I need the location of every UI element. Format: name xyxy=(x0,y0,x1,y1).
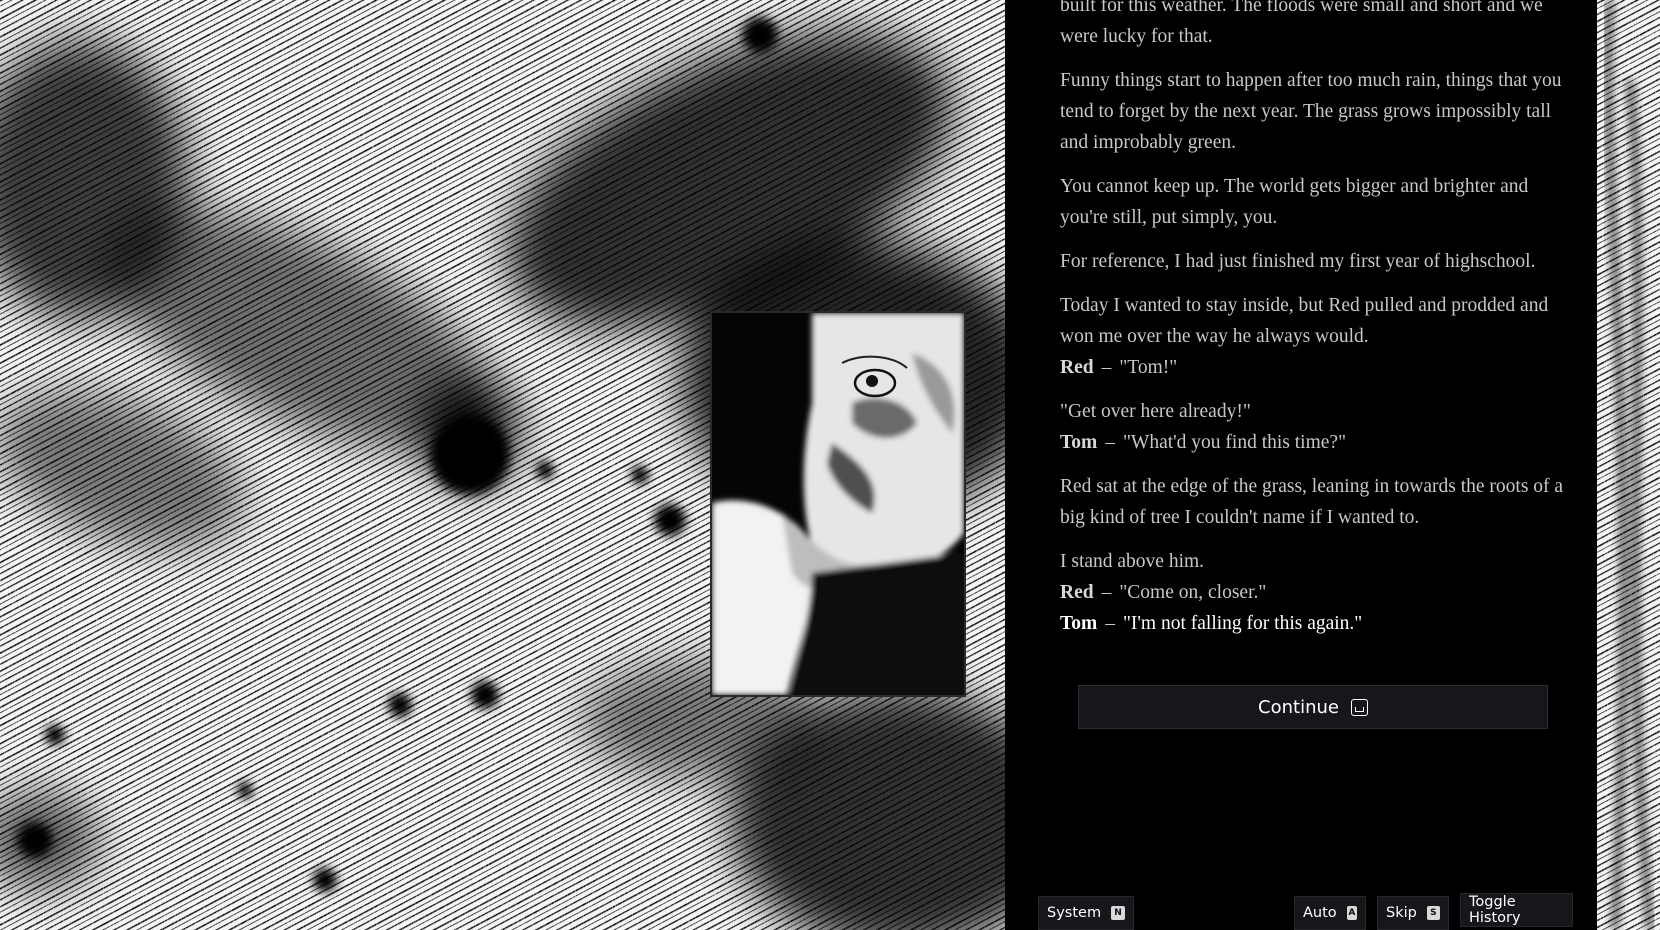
story-paragraph: Today I wanted to stay inside, but Red p… xyxy=(1060,295,1549,347)
story-paragraph: "Get over here already!" xyxy=(1060,401,1251,422)
story-paragraph: For reference, I had just finished my fi… xyxy=(1060,251,1536,272)
speaker-name: Red xyxy=(1060,582,1094,603)
story-paragraph: Funny things start to happen after too m… xyxy=(1060,70,1562,153)
dialogue-line: Red – "Tom!" xyxy=(1060,352,1572,383)
speaker-name: Tom xyxy=(1060,613,1098,634)
dialogue-line: Red – "Come on, closer." xyxy=(1060,577,1572,608)
dialogue-text: "I'm not falling for this again." xyxy=(1122,613,1363,634)
story-paragraph: Red sat at the edge of the grass, leanin… xyxy=(1060,476,1564,528)
toggle-history-button[interactable]: Toggle History xyxy=(1460,893,1573,927)
portrait-art xyxy=(712,313,964,695)
dialogue-dash: – xyxy=(1101,357,1112,378)
dialogue-dash: – xyxy=(1101,582,1112,603)
dialogue-text: "Come on, closer." xyxy=(1119,582,1267,603)
skip-label: Skip xyxy=(1386,905,1417,921)
system-label: System xyxy=(1047,905,1102,921)
auto-key-hint: A xyxy=(1346,906,1357,920)
dialogue-text: "What'd you find this time?" xyxy=(1122,432,1347,453)
toggle-history-label: Toggle History xyxy=(1469,894,1521,926)
system-button[interactable]: System N xyxy=(1038,896,1134,930)
story-paragraph: You cannot keep up. The world gets bigge… xyxy=(1060,176,1529,228)
speaker-name: Tom xyxy=(1060,432,1098,453)
dialogue-dash: – xyxy=(1105,432,1115,453)
system-key-hint: N xyxy=(1111,906,1125,920)
skip-button[interactable]: Skip S xyxy=(1377,896,1449,930)
speaker-name: Red xyxy=(1060,357,1094,378)
character-portrait xyxy=(710,311,966,697)
dialogue-line: Tom – "What'd you find this time?" xyxy=(1060,427,1572,458)
dialogue-text: "Tom!" xyxy=(1119,357,1178,378)
dialogue-line-current: Tom – "I'm not falling for this again." xyxy=(1060,608,1572,639)
skip-key-hint: S xyxy=(1426,906,1440,920)
continue-button[interactable]: Continue xyxy=(1078,685,1548,729)
auto-label: Auto xyxy=(1303,905,1337,921)
dialogue-dash: – xyxy=(1105,613,1115,634)
story-paragraph: built for this weather. The floods were … xyxy=(1060,0,1543,47)
story-paragraph: I stand above him. xyxy=(1060,551,1205,572)
story-text: built for this weather. The floods were … xyxy=(1060,0,1572,639)
game-screen: built for this weather. The floods were … xyxy=(0,0,1660,930)
continue-label: Continue xyxy=(1258,696,1339,718)
spacebar-key-icon xyxy=(1350,698,1368,716)
auto-button[interactable]: Auto A xyxy=(1294,896,1366,930)
